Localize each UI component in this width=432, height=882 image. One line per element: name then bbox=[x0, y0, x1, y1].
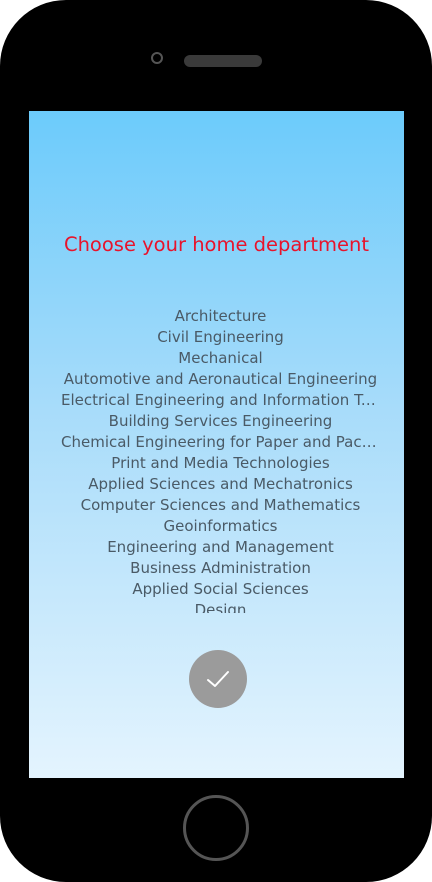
phone-frame: Choose your home department Architecture… bbox=[0, 0, 432, 882]
department-item[interactable]: Chemical Engineering for Paper and Packa… bbox=[29, 432, 404, 453]
department-item[interactable]: Applied Social Sciences bbox=[29, 579, 404, 600]
department-item[interactable]: Applied Sciences and Mechatronics bbox=[29, 474, 404, 495]
department-item[interactable]: Print and Media Technologies bbox=[29, 453, 404, 474]
department-item[interactable]: Computer Sciences and Mathematics bbox=[29, 495, 404, 516]
department-item[interactable]: Business Administration bbox=[29, 558, 404, 579]
checkmark-icon bbox=[207, 671, 229, 687]
department-item[interactable]: Electrical Engineering and Information T… bbox=[29, 390, 404, 411]
department-item[interactable]: Building Services Engineering bbox=[29, 411, 404, 432]
speaker-grille bbox=[184, 55, 262, 67]
department-item[interactable]: Civil Engineering bbox=[29, 327, 404, 348]
department-item[interactable]: Automotive and Aeronautical Engineering bbox=[29, 369, 404, 390]
department-item[interactable]: Geoinformatics bbox=[29, 516, 404, 537]
department-item[interactable]: Design bbox=[29, 600, 404, 613]
page-title: Choose your home department bbox=[63, 233, 370, 256]
department-list[interactable]: Architecture Civil Engineering Mechanica… bbox=[29, 306, 404, 613]
app-screen: Choose your home department Architecture… bbox=[29, 111, 404, 778]
department-item[interactable]: Mechanical bbox=[29, 348, 404, 369]
department-item[interactable]: Architecture bbox=[29, 306, 404, 327]
camera-icon bbox=[151, 52, 163, 64]
department-item[interactable]: Engineering and Management bbox=[29, 537, 404, 558]
home-button-icon[interactable] bbox=[183, 795, 249, 861]
confirm-button[interactable] bbox=[189, 650, 247, 708]
